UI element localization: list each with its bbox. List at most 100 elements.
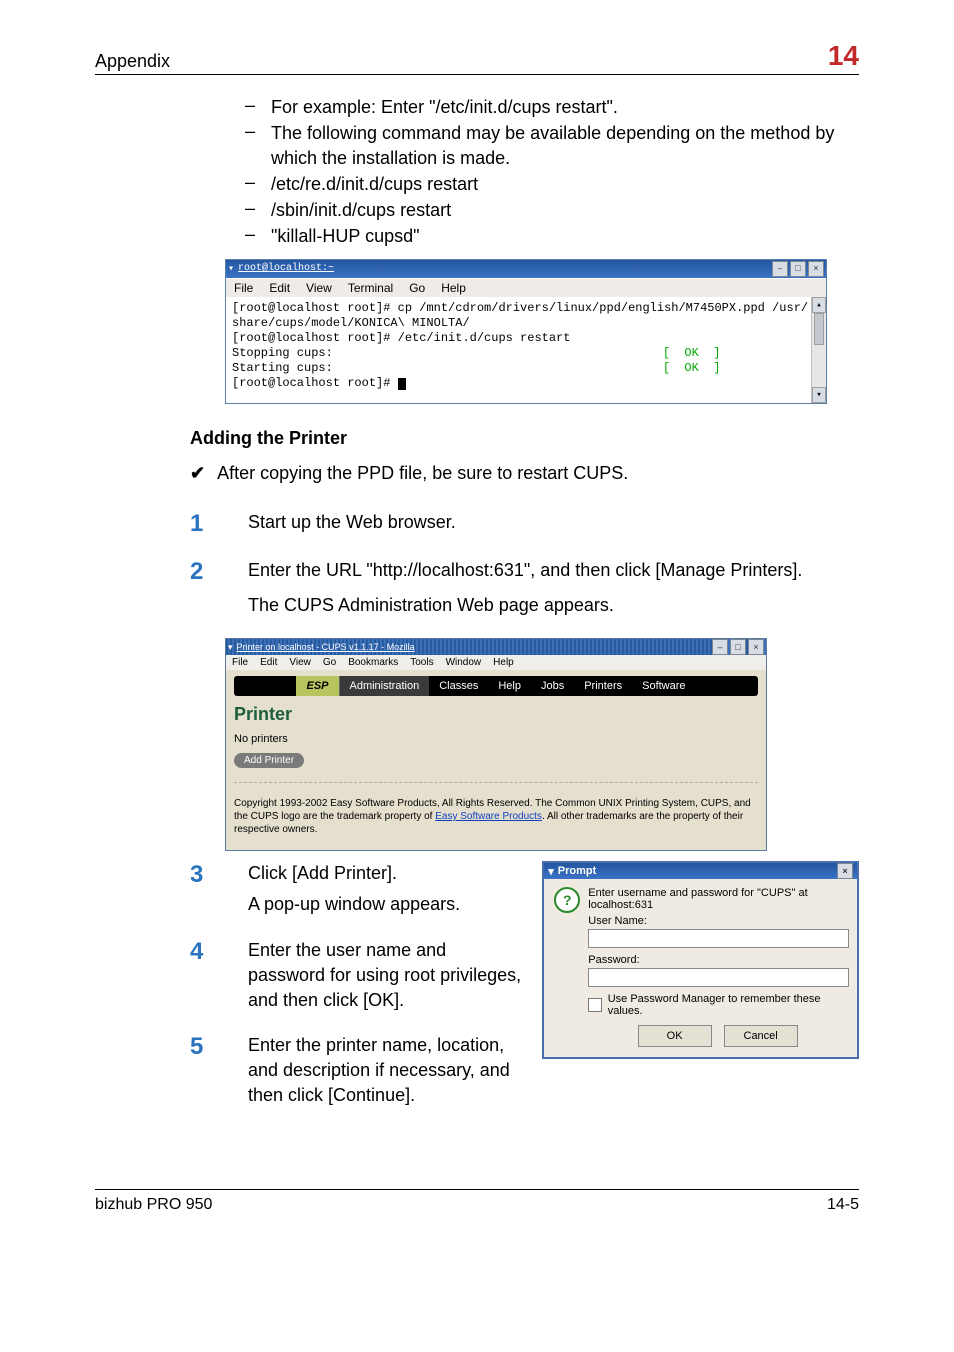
remember-label: Use Password Manager to remember these v… <box>608 993 847 1017</box>
step-text: Start up the Web browser. <box>248 510 859 535</box>
step-number: 2 <box>190 558 218 586</box>
username-label: User Name: <box>588 915 847 927</box>
nav-tab-printers[interactable]: Printers <box>574 676 632 696</box>
footer-product: bizhub PRO 950 <box>95 1196 212 1214</box>
step-text: A pop-up window appears. <box>248 892 522 917</box>
menu-edit[interactable]: Edit <box>260 657 277 668</box>
scroll-down-icon[interactable]: ▾ <box>812 387 826 403</box>
browser-window: ▾ Printer on localhost - CUPS v1.1.17 - … <box>225 638 767 851</box>
bullet-dash: – <box>245 121 253 142</box>
maximize-icon[interactable]: □ <box>790 261 806 277</box>
menu-bookmarks[interactable]: Bookmarks <box>348 657 398 668</box>
note-text: After copying the PPD file, be sure to r… <box>217 463 628 484</box>
terminal-line: [root@localhost root]# /etc/init.d/cups … <box>232 331 820 346</box>
terminal-titlebar: ▾ root@localhost:~ – □ × <box>226 260 826 278</box>
nav-tab-software[interactable]: Software <box>632 676 695 696</box>
page-heading: Printer <box>234 704 758 725</box>
bullet-text: /sbin/init.d/cups restart <box>271 198 859 222</box>
close-icon[interactable]: × <box>748 639 764 655</box>
dialog-title-text: Prompt <box>558 865 597 877</box>
chevron-down-icon: ▾ <box>228 263 234 275</box>
close-icon[interactable]: × <box>837 863 853 879</box>
menu-help[interactable]: Help <box>493 657 514 668</box>
terminal-line: share/cups/model/KONICA\ MINOLTA/ <box>232 316 820 331</box>
browser-title-text: Printer on localhost - CUPS v1.1.17 - Mo… <box>237 642 415 652</box>
menu-file[interactable]: File <box>232 657 248 668</box>
auth-prompt-dialog: ▾ Prompt × ? Enter username and password… <box>542 861 859 1059</box>
nav-tab-help[interactable]: Help <box>488 676 531 696</box>
step-number: 4 <box>190 938 218 966</box>
bullet-text: "killall-HUP cupsd" <box>271 224 859 248</box>
terminal-title-text: root@localhost:~ <box>238 263 334 274</box>
minimize-icon[interactable]: – <box>712 639 728 655</box>
terminal-line: Stopping cups:[ OK ] <box>232 346 820 361</box>
menu-go[interactable]: Go <box>323 657 336 668</box>
menu-view[interactable]: View <box>306 281 332 295</box>
terminal-line: [root@localhost root]# <box>232 376 820 391</box>
step-number: 5 <box>190 1033 218 1061</box>
cups-nav: ESP Administration Classes Help Jobs Pri… <box>234 676 758 696</box>
nav-tab-classes[interactable]: Classes <box>429 676 488 696</box>
terminal-line: [root@localhost root]# cp /mnt/cdrom/dri… <box>232 301 820 316</box>
password-label: Password: <box>588 954 847 966</box>
chevron-down-icon: ▾ <box>548 865 554 878</box>
remember-checkbox[interactable] <box>588 998 601 1012</box>
terminal-menubar: File Edit View Terminal Go Help <box>226 278 826 297</box>
nav-tab-jobs[interactable]: Jobs <box>531 676 574 696</box>
nav-tab-esp[interactable]: ESP <box>296 676 339 696</box>
terminal-line: Starting cups:[ OK ] <box>232 361 820 376</box>
bullet-dash: – <box>245 172 253 193</box>
menu-edit[interactable]: Edit <box>269 281 290 295</box>
scrollbar[interactable]: ▴ ▾ <box>811 297 826 403</box>
header-page: 14 <box>828 40 859 72</box>
scroll-up-icon[interactable]: ▴ <box>812 297 826 313</box>
add-printer-button[interactable]: Add Printer <box>234 753 304 768</box>
checkmark-icon: ✔ <box>190 463 205 484</box>
step-text: Enter the URL "http://localhost:631", an… <box>248 558 859 583</box>
menu-view[interactable]: View <box>289 657 311 668</box>
cancel-button[interactable]: Cancel <box>724 1025 798 1047</box>
menu-go[interactable]: Go <box>409 281 425 295</box>
footer-page: 14-5 <box>827 1196 859 1214</box>
chevron-down-icon: ▾ <box>228 642 233 653</box>
bullet-dash: – <box>245 95 253 116</box>
close-icon[interactable]: × <box>808 261 824 277</box>
dialog-titlebar: ▾ Prompt × <box>544 863 857 879</box>
browser-menubar: File Edit View Go Bookmarks Tools Window… <box>226 655 766 670</box>
step-text: The CUPS Administration Web page appears… <box>248 593 859 618</box>
bullet-text: The following command may be available d… <box>271 121 859 170</box>
bullet-text: /etc/re.d/init.d/cups restart <box>271 172 859 196</box>
cursor-icon <box>398 378 406 390</box>
username-input[interactable] <box>588 929 849 948</box>
step-text: Enter the printer name, location, and de… <box>248 1033 522 1109</box>
bullet-text: For example: Enter "/etc/init.d/cups res… <box>271 95 859 119</box>
step-text: Click [Add Printer]. <box>248 861 522 886</box>
copyright-text: Copyright 1993-2002 Easy Software Produc… <box>234 797 758 836</box>
window-controls: – □ × <box>772 261 824 277</box>
window-controls: – □ × <box>712 639 764 655</box>
bullet-dash: – <box>245 224 253 245</box>
minimize-icon[interactable]: – <box>772 261 788 277</box>
prompt-message: Enter username and password for "CUPS" a… <box>588 887 847 911</box>
menu-help[interactable]: Help <box>441 281 466 295</box>
browser-titlebar: ▾ Printer on localhost - CUPS v1.1.17 - … <box>226 639 766 655</box>
menu-file[interactable]: File <box>234 281 253 295</box>
header-section: Appendix <box>95 51 170 72</box>
bullet-dash: – <box>245 198 253 219</box>
step-number: 3 <box>190 861 218 889</box>
menu-terminal[interactable]: Terminal <box>348 281 393 295</box>
scroll-thumb[interactable] <box>814 313 824 345</box>
menu-tools[interactable]: Tools <box>410 657 433 668</box>
ok-button[interactable]: OK <box>638 1025 712 1047</box>
copyright-link[interactable]: Easy Software Products <box>435 811 542 822</box>
nav-tab-administration[interactable]: Administration <box>340 676 430 696</box>
menu-window[interactable]: Window <box>446 657 482 668</box>
password-input[interactable] <box>588 968 849 987</box>
question-icon: ? <box>554 887 580 913</box>
step-text: Enter the user name and password for usi… <box>248 938 522 1014</box>
no-printers-text: No printers <box>234 733 758 745</box>
step-number: 1 <box>190 510 218 538</box>
terminal-body[interactable]: ▴ ▾ [root@localhost root]# cp /mnt/cdrom… <box>226 297 826 403</box>
maximize-icon[interactable]: □ <box>730 639 746 655</box>
terminal-window: ▾ root@localhost:~ – □ × File Edit View … <box>225 259 827 404</box>
